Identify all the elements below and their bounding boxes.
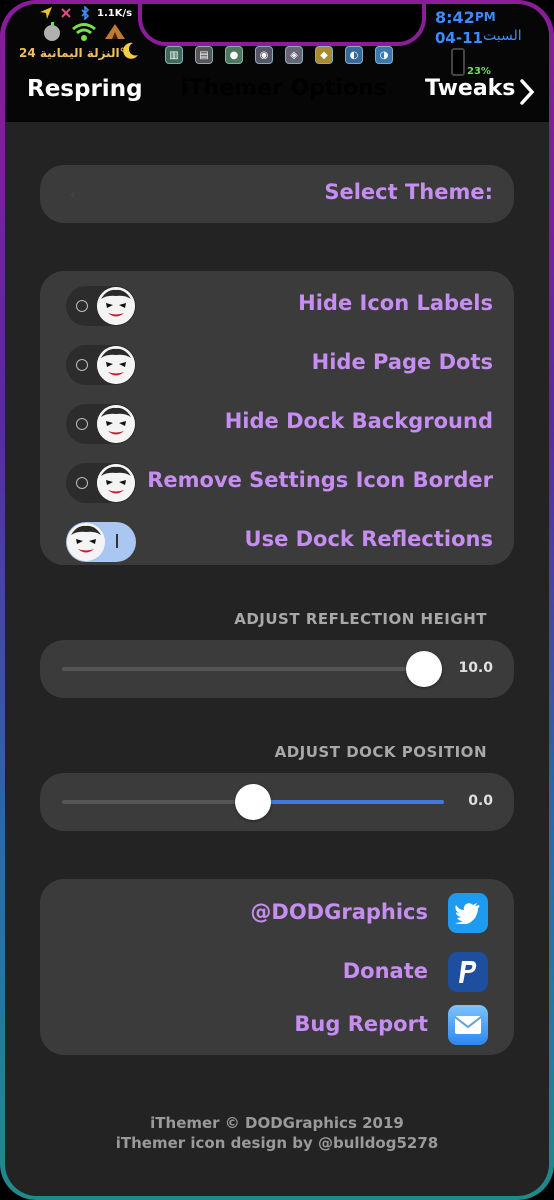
mail-icon — [448, 1005, 488, 1045]
clock-ampm: PM — [475, 10, 496, 24]
status-app-icon: ◉ — [255, 46, 273, 64]
toggle-row: Remove Settings Icon Border — [40, 453, 514, 511]
status-app-icon: ◆ — [315, 46, 333, 64]
toggle-row: Hide Icon Labels — [40, 276, 514, 334]
location-icon — [39, 6, 53, 20]
footer-copyright: iThemer © DODGraphics 2019 — [150, 1114, 404, 1132]
clock-date: 04-11 — [435, 29, 483, 47]
toggle-label: Hide Page Dots — [311, 350, 493, 374]
toggle-label: Hide Dock Background — [224, 409, 493, 433]
chevron-right-icon[interactable] — [518, 78, 536, 106]
toggle-label: Remove Settings Icon Border — [147, 468, 493, 492]
link-label: Donate — [342, 959, 428, 983]
clock-weekday: السبت — [483, 28, 522, 44]
screen: 1.1K/s النزلة اليمانية 24° ▥ ▤ ● ◉ ◈ ◆ ◐… — [5, 4, 549, 1196]
device-frame: 1.1K/s النزلة اليمانية 24° ▥ ▤ ● ◉ ◈ ◆ ◐… — [0, 0, 554, 1200]
select-theme-row[interactable]: ‹ Select Theme: — [40, 165, 514, 223]
slider-value: 10.0 — [458, 660, 493, 676]
reflection-height-header: ADJUST REFLECTION HEIGHT — [234, 610, 487, 628]
status-app-icon: ◈ — [285, 46, 303, 64]
paypal-icon — [448, 952, 488, 992]
page-title: iThemer Options — [181, 76, 387, 101]
slider-value: 0.0 — [468, 793, 493, 809]
twitter-icon — [448, 893, 488, 933]
link-label: Bug Report — [294, 1012, 428, 1036]
joker-face-icon — [97, 405, 135, 443]
nav-bar: Respring iThemer Options Tweaks — [5, 70, 549, 118]
dock-position-header: ADJUST DOCK POSITION — [274, 743, 487, 761]
toggle-row: Use Dock Reflections — [40, 512, 514, 570]
bluetooth-icon — [79, 6, 91, 20]
status-app-icon: ▤ — [195, 46, 213, 64]
tent-icon — [103, 22, 127, 40]
twitter-link[interactable]: @DODGraphics — [40, 885, 514, 941]
net-speed: 1.1K/s — [97, 8, 133, 19]
wifi-icon — [71, 20, 97, 42]
switch-off-indicator — [76, 300, 88, 312]
toggle-switch[interactable] — [66, 522, 136, 562]
switch-off-indicator — [76, 477, 88, 489]
slider-thumb[interactable] — [406, 651, 442, 687]
toggle-switch[interactable] — [66, 404, 136, 444]
toggle-row: Hide Page Dots — [40, 335, 514, 393]
status-app-icon: ◐ — [345, 46, 363, 64]
joker-face-icon — [97, 346, 135, 384]
reflection-height-slider[interactable]: 10.0 — [40, 640, 514, 698]
switch-on-indicator — [116, 534, 118, 548]
respring-button[interactable]: Respring — [27, 76, 143, 102]
notch — [138, 4, 426, 46]
toggle-label: Use Dock Reflections — [244, 527, 493, 551]
toggle-label: Hide Icon Labels — [298, 291, 493, 315]
chevron-left-icon: ‹ — [70, 187, 76, 203]
toggle-switch[interactable] — [66, 463, 136, 503]
apple-icon — [41, 20, 63, 42]
slider-track — [62, 667, 424, 671]
donate-link[interactable]: Donate — [40, 944, 514, 1000]
toggle-row: Hide Dock Background — [40, 394, 514, 452]
weather-label: النزلة اليمانية 24° — [19, 46, 126, 60]
slider-fill — [253, 800, 444, 804]
status-app-icon: ● — [225, 46, 243, 64]
status-app-icon: ◑ — [375, 46, 393, 64]
joker-face-icon — [97, 287, 135, 325]
status-app-icon: ▥ — [165, 46, 183, 64]
link-label: @DODGraphics — [250, 900, 428, 924]
toggles-group: Hide Icon Labels Hide Page Dots Hide Dock … — [40, 271, 514, 565]
links-group: @DODGraphics Donate Bug Report — [40, 879, 514, 1055]
toggle-switch[interactable] — [66, 286, 136, 326]
slider-thumb[interactable] — [235, 784, 271, 820]
clock-time: 8:42 — [435, 8, 475, 27]
joker-face-icon — [97, 464, 135, 502]
switch-off-indicator — [76, 359, 88, 371]
tweaks-button[interactable]: Tweaks — [425, 76, 515, 101]
footer-credit: iThemer icon design by @bulldog5278 — [115, 1134, 439, 1152]
toggle-switch[interactable] — [66, 345, 136, 385]
dock-position-slider[interactable]: 0.0 — [40, 773, 514, 831]
bug-report-link[interactable]: Bug Report — [40, 997, 514, 1053]
select-theme-label: Select Theme: — [324, 180, 493, 204]
mute-icon — [59, 6, 73, 20]
switch-off-indicator — [76, 418, 88, 430]
joker-face-icon — [67, 523, 105, 561]
